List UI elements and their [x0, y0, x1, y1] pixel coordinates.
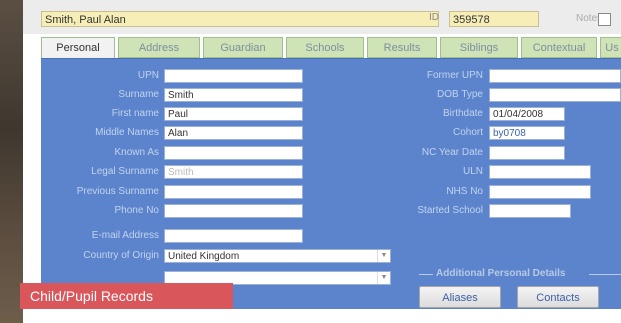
cohort-label: Cohort: [452, 127, 483, 138]
country-of-origin-select[interactable]: United Kingdom ▼: [164, 249, 391, 263]
tab-siblings[interactable]: Siblings: [440, 37, 518, 58]
uln-field[interactable]: [489, 165, 591, 179]
nc-year-date-label: NC Year Date: [421, 147, 483, 158]
known-as-label: Known As: [114, 147, 159, 158]
country-of-origin-value: United Kingdom: [168, 251, 240, 262]
upn-label: UPN: [137, 70, 159, 81]
former-upn-field[interactable]: [489, 69, 621, 83]
student-name-field[interactable]: Smith, Paul Alan: [41, 11, 439, 27]
additional-details-title: Additional Personal Details: [436, 268, 566, 279]
legal-surname-field[interactable]: Smith: [164, 165, 303, 179]
nhs-no-field[interactable]: [489, 185, 591, 199]
email-field[interactable]: [164, 229, 303, 243]
cohort-field[interactable]: by0708: [489, 126, 565, 140]
record-tabs: Personal Address Guardian Schools Result…: [41, 37, 621, 59]
id-label: ID: [429, 12, 439, 23]
phone-no-field[interactable]: [164, 204, 303, 218]
middle-names-label: Middle Names: [95, 127, 159, 138]
caption-banner: Child/Pupil Records: [20, 283, 233, 309]
surname-label: Surname: [118, 89, 159, 100]
notes-checkbox[interactable]: [598, 13, 611, 26]
tab-address[interactable]: Address: [118, 37, 200, 58]
legal-surname-label: Legal Surname: [91, 166, 159, 177]
dob-type-label: DOB Type: [437, 89, 483, 100]
record-header: Smith, Paul Alan ID 359578 Notes: [23, 0, 621, 34]
first-name-field[interactable]: Paul: [164, 107, 303, 121]
first-name-label: First name: [111, 108, 159, 119]
started-school-label: Started School: [417, 205, 483, 216]
tab-guardian[interactable]: Guardian: [203, 37, 283, 58]
nc-year-date-field[interactable]: [489, 146, 565, 160]
email-label: E-mail Address: [91, 230, 159, 241]
nhs-no-label: NHS No: [446, 186, 483, 197]
tab-schools[interactable]: Schools: [286, 37, 364, 58]
phone-no-label: Phone No: [114, 205, 159, 216]
chevron-down-icon[interactable]: ▼: [377, 250, 390, 262]
uln-label: ULN: [462, 166, 483, 177]
tab-us[interactable]: Us: [600, 37, 621, 58]
surname-field[interactable]: Smith: [164, 88, 303, 102]
section-divider: [589, 274, 621, 275]
aliases-button[interactable]: Aliases: [419, 286, 501, 308]
birthdate-field[interactable]: 01/04/2008: [489, 107, 565, 121]
personal-details-panel: UPN Surname First name Middle Names Know…: [41, 58, 621, 310]
known-as-field[interactable]: [164, 146, 303, 160]
contacts-button[interactable]: Contacts: [517, 286, 599, 308]
student-id-field[interactable]: 359578: [449, 11, 539, 27]
former-upn-label: Former UPN: [426, 70, 483, 81]
country-of-origin-label: Country of Origin: [83, 250, 159, 261]
app-window: Smith, Paul Alan ID 359578 Notes Persona…: [23, 0, 621, 323]
previous-surname-field[interactable]: [164, 185, 303, 199]
previous-surname-label: Previous Surname: [76, 186, 159, 197]
birthdate-label: Birthdate: [442, 108, 483, 119]
dob-type-field[interactable]: [489, 88, 621, 102]
middle-names-field[interactable]: Alan: [164, 126, 303, 140]
bottom-strip: [41, 309, 621, 323]
tab-personal[interactable]: Personal: [41, 37, 115, 59]
started-school-field[interactable]: [489, 204, 571, 218]
tab-results[interactable]: Results: [367, 37, 437, 58]
chevron-down-icon[interactable]: ▼: [377, 272, 390, 284]
tab-contextual[interactable]: Contextual: [521, 37, 597, 58]
section-divider: [419, 274, 433, 275]
upn-field[interactable]: [164, 69, 303, 83]
